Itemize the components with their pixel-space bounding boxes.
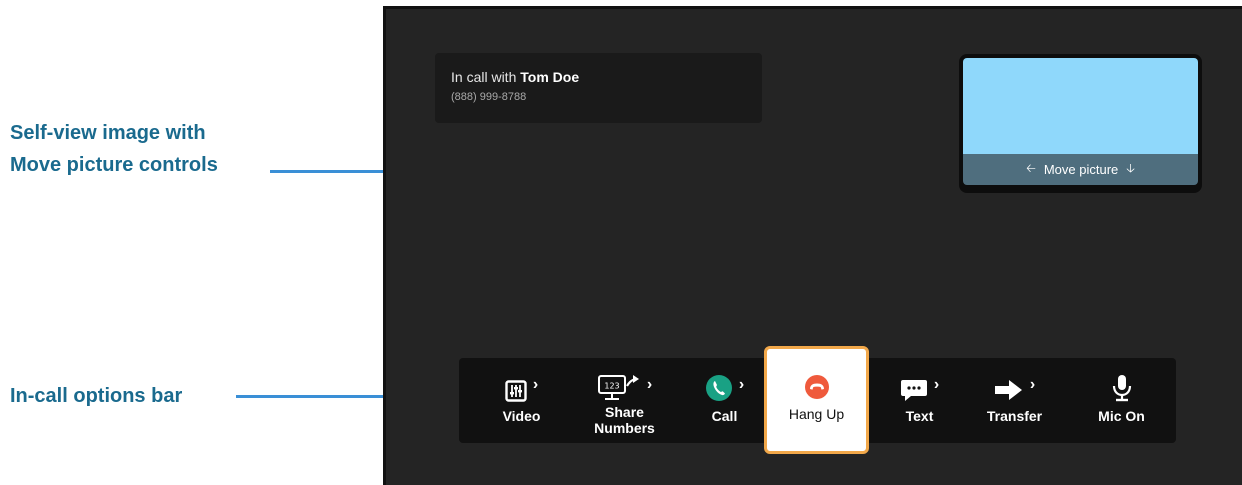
- option-text[interactable]: › Text: [882, 358, 957, 443]
- chevron-right-icon: ›: [532, 376, 539, 393]
- chevron-right-icon: ›: [646, 376, 653, 393]
- option-text-label: Text: [905, 408, 934, 424]
- svg-text:123: 123: [604, 382, 619, 391]
- chevron-right-icon: ›: [1029, 376, 1036, 393]
- option-share-label-line2: Numbers: [594, 420, 655, 436]
- option-mic[interactable]: Mic On: [1084, 358, 1159, 443]
- annotation-selfview-line2: Move picture controls: [10, 154, 218, 176]
- arrow-down-icon: 🡣: [1126, 161, 1135, 175]
- chevron-right-icon: ›: [933, 376, 940, 393]
- option-mic-label: Mic On: [1098, 408, 1145, 424]
- option-video[interactable]: › Video: [484, 358, 559, 443]
- hang-up-icon: [804, 375, 829, 399]
- annotation-selfview-line1: Self-view image with: [10, 122, 206, 144]
- option-transfer-label: Transfer: [986, 408, 1043, 424]
- option-hang-up[interactable]: Hang Up: [764, 346, 869, 454]
- call-screen: In call with Tom Doe (888) 999-8788 🡠 Mo…: [383, 6, 1242, 485]
- move-picture-label: Move picture: [1043, 162, 1119, 177]
- option-share-label: Share Numbers: [594, 404, 655, 436]
- self-view[interactable]: 🡠 Move picture 🡣: [959, 54, 1202, 193]
- option-transfer[interactable]: › Transfer: [972, 358, 1057, 443]
- option-share-label-line1: Share: [605, 404, 644, 420]
- option-video-label: Video: [502, 408, 541, 424]
- option-call-label: Call: [711, 408, 738, 424]
- phone-call-icon: [705, 375, 732, 401]
- option-call[interactable]: › Call: [687, 358, 762, 443]
- transfer-arrow-icon: [994, 380, 1022, 400]
- self-view-image: [963, 58, 1198, 154]
- chevron-right-icon: ›: [738, 376, 745, 393]
- arrow-left-icon: 🡠: [1026, 161, 1036, 175]
- microphone-icon: [1112, 375, 1131, 402]
- annotation-options-bar: In-call options bar: [10, 385, 183, 407]
- call-status-prefix: In call with: [451, 69, 521, 85]
- call-info-panel: In call with Tom Doe (888) 999-8788: [435, 53, 762, 123]
- caller-number: (888) 999-8788: [451, 91, 527, 103]
- caller-name: Tom Doe: [520, 69, 580, 85]
- option-hang-up-label: Hang Up: [788, 406, 845, 422]
- annotation-selfview: Self-view image with Move picture contro…: [10, 117, 218, 181]
- call-status: In call with Tom Doe: [451, 69, 579, 85]
- video-settings-icon: [505, 380, 527, 402]
- option-share-numbers[interactable]: 123 › Share Numbers: [577, 358, 672, 443]
- share-numbers-icon: 123: [597, 375, 639, 400]
- in-call-options-bar: › Video 123 › Share Numbers › Call Hang …: [459, 346, 1176, 454]
- text-message-icon: [900, 380, 927, 401]
- move-picture-control[interactable]: 🡠 Move picture 🡣: [963, 154, 1198, 185]
